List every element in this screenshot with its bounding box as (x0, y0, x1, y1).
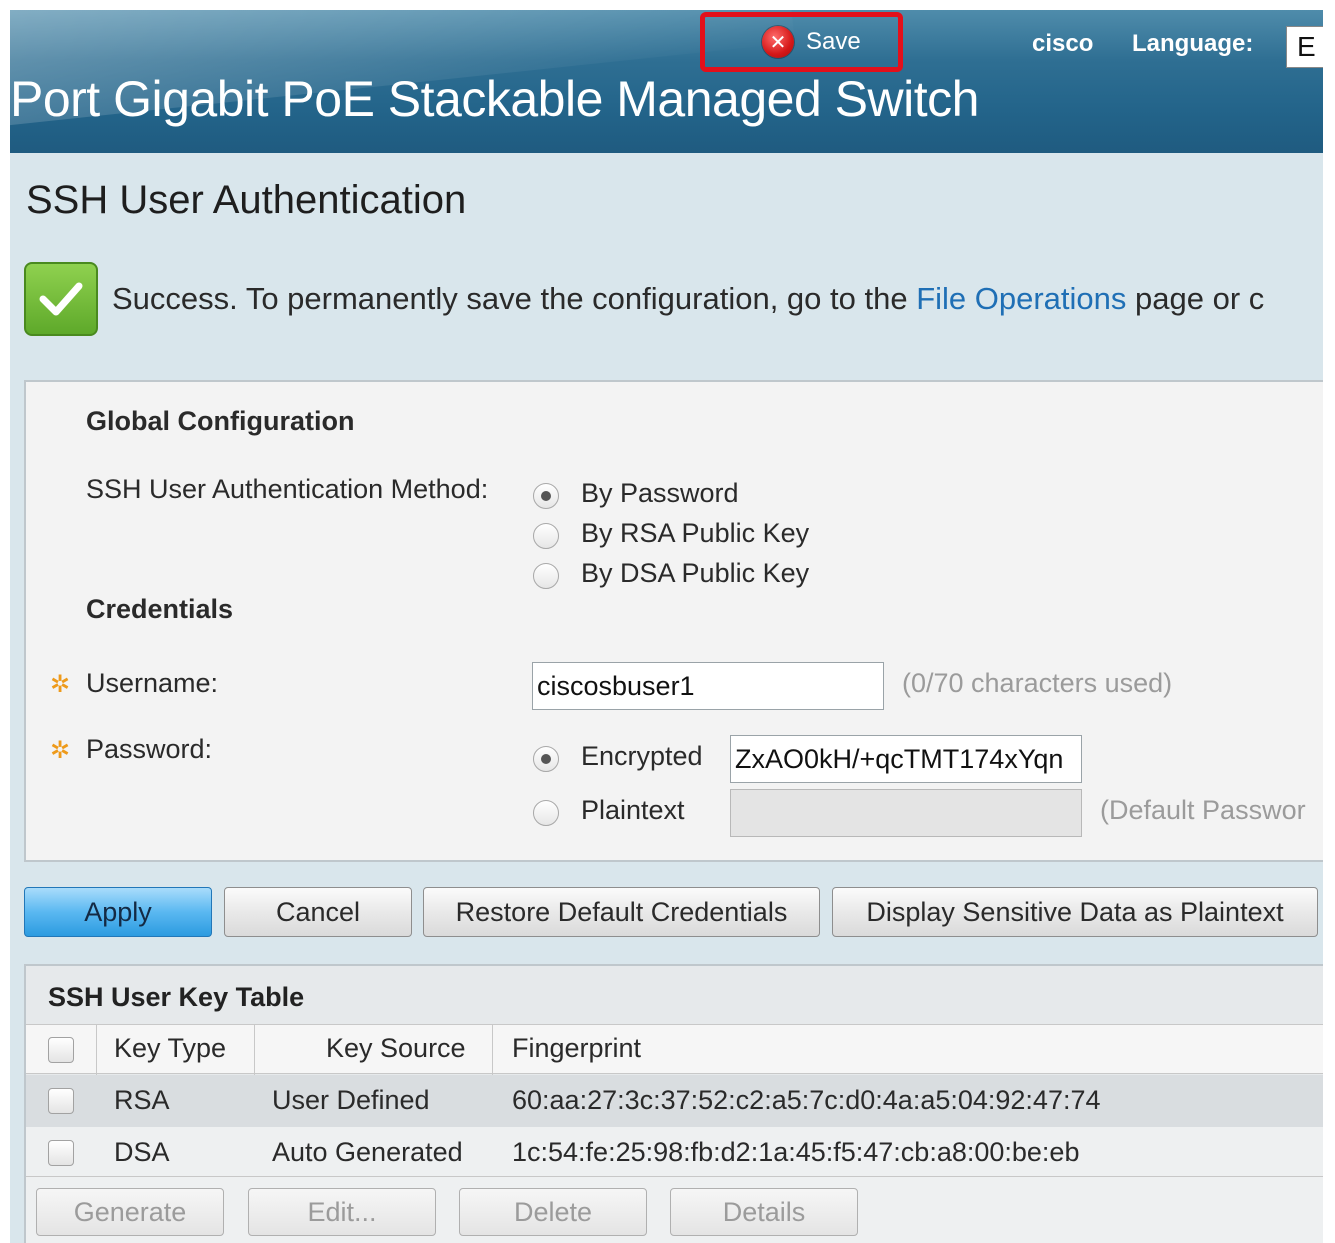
column-key-source[interactable]: Key Source (326, 1033, 466, 1064)
close-circle-icon: ✕ (762, 26, 794, 58)
file-operations-link[interactable]: File Operations (916, 281, 1126, 316)
delete-button[interactable]: Delete (459, 1188, 647, 1236)
key-source-cell: User Defined (272, 1085, 430, 1115)
column-separator (492, 1025, 493, 1075)
key-type-cell: RSA (114, 1085, 170, 1115)
page-title: SSH User Authentication (26, 178, 467, 222)
ssh-user-key-table: SSH User Key Table Key Type Key Source F… (24, 964, 1323, 1243)
language-label: Language: (1132, 30, 1254, 57)
radio-by-dsa-key[interactable] (533, 563, 559, 589)
table-actions-bar: Generate Edit... Delete Details (26, 1176, 1323, 1243)
radio-by-password[interactable] (533, 483, 559, 509)
password-label: Password: (86, 734, 213, 764)
table-row[interactable]: RSA User Defined 60:aa:27:3c:37:52:c2:a5… (26, 1075, 1323, 1127)
plaintext-password-input[interactable] (730, 789, 1082, 837)
restore-default-credentials-button[interactable]: Restore Default Credentials (423, 887, 820, 937)
cancel-button[interactable]: Cancel (224, 887, 412, 937)
checkmark-icon (24, 262, 98, 336)
plaintext-hint: (Default Passwor (1100, 795, 1306, 825)
fingerprint-cell: 60:aa:27:3c:37:52:c2:a5:7c:d0:4a:a5:04:9… (512, 1085, 1101, 1115)
row-checkbox[interactable] (48, 1088, 74, 1114)
global-configuration-panel: Global Configuration SSH User Authentica… (24, 380, 1323, 862)
radio-by-dsa-key-label: By DSA Public Key (581, 558, 810, 588)
language-select[interactable]: E (1286, 26, 1323, 68)
details-button[interactable]: Details (670, 1188, 858, 1236)
product-title: Port Gigabit PoE Stackable Managed Switc… (10, 71, 979, 127)
table-row[interactable]: DSA Auto Generated 1c:54:fe:25:98:fb:d2:… (26, 1127, 1323, 1179)
save-label: Save (806, 28, 861, 55)
column-fingerprint[interactable]: Fingerprint (512, 1033, 641, 1064)
username-link[interactable]: cisco (1032, 30, 1093, 58)
username-hint: (0/70 characters used) (902, 668, 1173, 698)
key-table-title: SSH User Key Table (48, 982, 305, 1012)
radio-by-rsa-key[interactable] (533, 523, 559, 549)
header-banner: Port Gigabit PoE Stackable Managed Switc… (10, 10, 1323, 153)
edit-button[interactable]: Edit... (248, 1188, 436, 1236)
auth-method-label: SSH User Authentication Method: (86, 474, 489, 504)
display-sensitive-data-button[interactable]: Display Sensitive Data as Plaintext (832, 887, 1318, 937)
asterisk-gear-icon: ✲ (50, 671, 71, 698)
username-input[interactable]: ciscosbuser1 (532, 662, 884, 710)
app-window: Port Gigabit PoE Stackable Managed Switc… (10, 10, 1323, 1243)
row-checkbox[interactable] (48, 1140, 74, 1166)
save-button[interactable]: ✕ Save (762, 26, 861, 58)
radio-encrypted[interactable] (533, 746, 559, 772)
column-separator (96, 1025, 97, 1075)
success-message: Success. To permanently save the configu… (24, 262, 1264, 336)
apply-button[interactable]: Apply (24, 887, 212, 937)
generate-button[interactable]: Generate (36, 1188, 224, 1236)
key-source-cell: Auto Generated (272, 1137, 463, 1167)
column-key-type[interactable]: Key Type (114, 1033, 226, 1064)
select-all-checkbox[interactable] (48, 1037, 74, 1063)
radio-encrypted-label: Encrypted (581, 741, 703, 771)
fingerprint-cell: 1c:54:fe:25:98:fb:d2:1a:45:f5:47:cb:a8:0… (512, 1137, 1080, 1167)
radio-plaintext-label: Plaintext (581, 795, 685, 825)
radio-by-password-label: By Password (581, 478, 739, 508)
column-separator (254, 1025, 255, 1075)
radio-by-rsa-key-label: By RSA Public Key (581, 518, 810, 548)
success-text: Success. To permanently save the configu… (112, 281, 1264, 317)
encrypted-password-input[interactable]: ZxAO0kH/+qcTMT174xYqn (730, 735, 1082, 783)
asterisk-gear-icon: ✲ (50, 737, 71, 764)
success-text-before: Success. To permanently save the configu… (112, 281, 917, 316)
radio-plaintext[interactable] (533, 800, 559, 826)
credentials-heading: Credentials (86, 594, 234, 624)
success-text-after: page or c (1126, 281, 1265, 316)
key-type-cell: DSA (114, 1137, 170, 1167)
username-label: Username: (86, 668, 219, 698)
table-header: Key Type Key Source Fingerprint (26, 1024, 1323, 1075)
global-configuration-heading: Global Configuration (86, 406, 355, 436)
